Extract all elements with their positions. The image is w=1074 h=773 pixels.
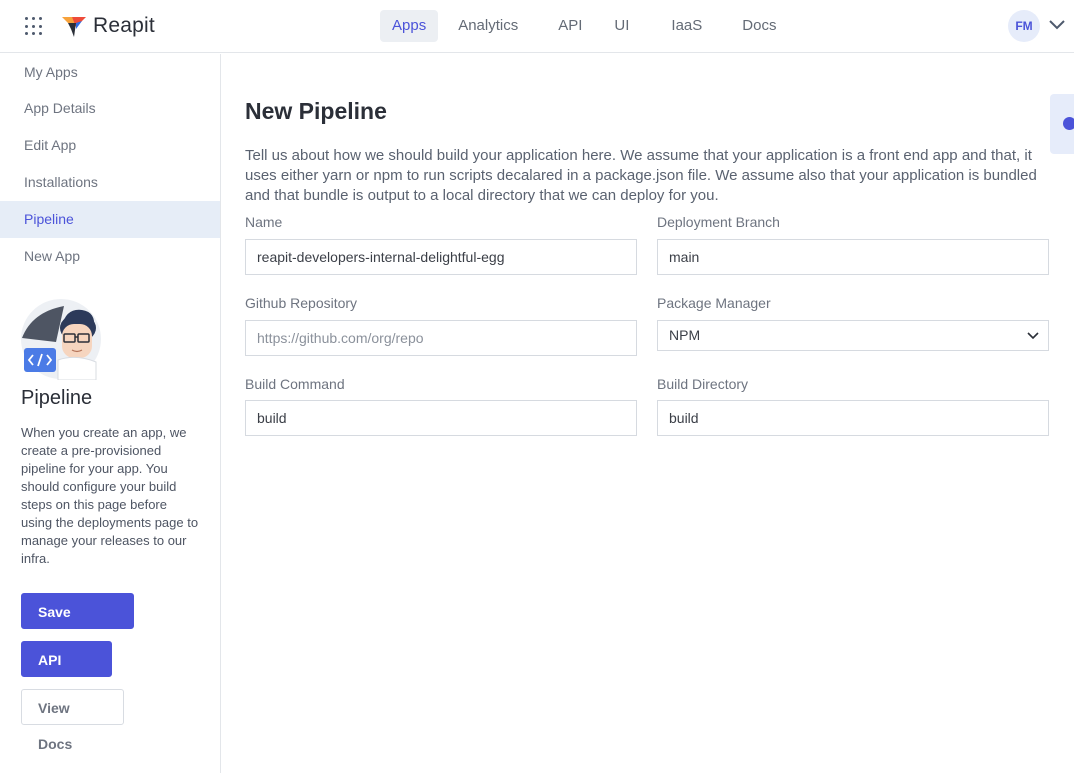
package-manager-label: Package Manager	[657, 295, 771, 311]
nav-apps[interactable]: Apps	[380, 10, 439, 42]
api-keys-button[interactable]: API Keys	[21, 641, 112, 704]
name-label: Name	[245, 214, 283, 230]
nav-api[interactable]: API	[546, 10, 594, 42]
sidebar-item-my-apps[interactable]: My Apps	[0, 54, 220, 90]
sidebar-item-installations[interactable]: Installations	[0, 164, 220, 201]
top-navigation-bar: Reapit Apps Analytics API UI IaaS Docs F…	[0, 0, 1074, 53]
github-repository-label: Github Repository	[245, 295, 358, 311]
main-content: New Pipeline Tell us about how we should…	[222, 54, 1074, 773]
sidebar-item-app-details[interactable]: App Details	[0, 90, 220, 127]
build-command-input[interactable]: build	[245, 400, 637, 436]
save-config-button[interactable]: Save Config	[21, 593, 134, 656]
nav-docs[interactable]: Docs	[730, 10, 788, 42]
sidebar-item-pipeline[interactable]: Pipeline	[0, 201, 220, 238]
sidebar-panel-description: When you create an app, we create a pre-…	[21, 425, 199, 566]
build-directory-input[interactable]: build	[657, 400, 1049, 436]
nav-analytics[interactable]: Analytics	[446, 10, 530, 42]
github-repository-input[interactable]: https://github.com/org/repo	[245, 320, 637, 356]
developer-illustration	[21, 299, 101, 380]
user-avatar[interactable]: FM	[1008, 10, 1040, 42]
info-icon	[1063, 117, 1074, 130]
deployment-branch-label: Deployment Branch	[657, 214, 780, 230]
apps-grid-icon[interactable]	[25, 17, 44, 36]
package-manager-select[interactable]: NPM	[657, 320, 1049, 351]
nav-ui[interactable]: UI	[602, 10, 641, 42]
build-command-label: Build Command	[245, 376, 345, 392]
sidebar: My Apps App Details Edit App Installatio…	[0, 54, 221, 773]
page-title: New Pipeline	[245, 98, 387, 124]
brand-logo[interactable]: Reapit	[62, 14, 155, 38]
sidebar-item-edit-app[interactable]: Edit App	[0, 127, 220, 164]
view-docs-button[interactable]: View Docs	[21, 689, 124, 752]
name-input[interactable]: reapit-developers-internal-delightful-eg…	[245, 239, 637, 275]
nav-iaas[interactable]: IaaS	[659, 10, 714, 42]
brand-name: Reapit	[93, 14, 155, 37]
build-directory-label: Build Directory	[657, 376, 749, 392]
sidebar-panel-title: Pipeline	[21, 387, 93, 409]
help-drawer-tab[interactable]	[1050, 94, 1074, 154]
main-nav: Apps Analytics API UI IaaS Docs	[380, 10, 792, 42]
deployment-branch-input[interactable]: main	[657, 239, 1049, 275]
package-manager-value: NPM	[669, 327, 701, 343]
page-intro: Tell us about how we should build your a…	[245, 147, 1037, 204]
reapit-logo-icon	[62, 17, 86, 37]
sidebar-item-new-app[interactable]: New App	[0, 238, 220, 275]
chevron-down-icon[interactable]	[1048, 18, 1066, 32]
chevron-down-icon	[1027, 332, 1039, 340]
